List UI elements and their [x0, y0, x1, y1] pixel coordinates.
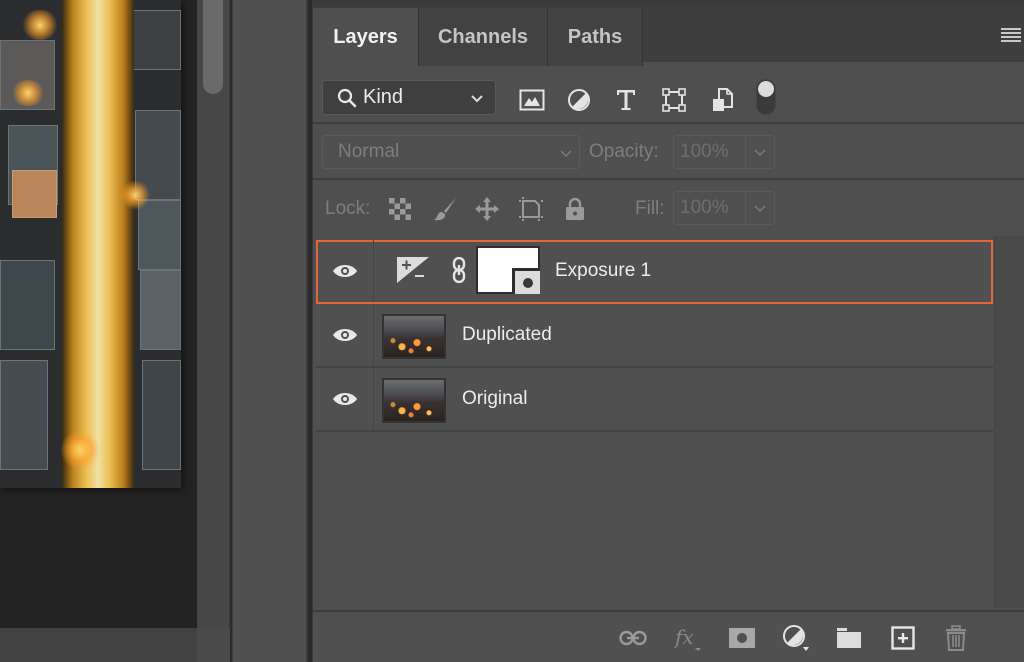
- lock-transparent-pixels-icon[interactable]: [387, 196, 413, 222]
- new-group-icon[interactable]: [834, 624, 864, 652]
- tab-paths[interactable]: Paths: [548, 8, 643, 66]
- blend-mode-row: Normal Opacity: 100%: [313, 124, 1024, 180]
- filter-kind-select[interactable]: Kind: [322, 80, 496, 115]
- opacity-label: Opacity:: [589, 141, 659, 162]
- layer-visibility-toggle[interactable]: [316, 240, 374, 302]
- layers-scrollbar[interactable]: [994, 236, 1024, 608]
- delete-layer-icon[interactable]: [941, 624, 971, 652]
- canvas-bottom-bar: [0, 628, 197, 662]
- layer-mask-thumbnail[interactable]: [476, 246, 540, 294]
- shape-layer-filter-icon[interactable]: [660, 86, 688, 114]
- document-image: [0, 0, 181, 488]
- layer-row-duplicated[interactable]: Duplicated: [316, 304, 993, 368]
- opacity-value[interactable]: 100%: [674, 136, 746, 168]
- chevron-down-icon: [471, 95, 483, 103]
- new-layer-icon[interactable]: [888, 624, 918, 652]
- canvas-vertical-scrollbar[interactable]: [197, 0, 230, 662]
- smart-object-filter-icon[interactable]: [709, 86, 737, 114]
- eye-icon: [332, 265, 357, 277]
- layer-filter-row: Kind: [313, 62, 1024, 124]
- opacity-dropdown-button[interactable]: [746, 145, 774, 159]
- eye-icon: [332, 329, 357, 341]
- layers-bottom-toolbar: fx: [313, 610, 1024, 662]
- add-mask-icon[interactable]: [727, 624, 757, 652]
- search-icon: [337, 88, 357, 107]
- exposure-adjustment-icon: [397, 257, 429, 283]
- opacity-field[interactable]: 100%: [673, 135, 775, 169]
- scrollbar-corner: [197, 628, 230, 662]
- layer-row-exposure-1[interactable]: Exposure 1: [316, 240, 993, 304]
- mask-badge-icon: [512, 268, 540, 294]
- layer-visibility-toggle[interactable]: [316, 368, 374, 430]
- chevron-down-icon: [754, 149, 766, 157]
- eye-icon: [332, 393, 357, 405]
- lock-label: Lock:: [325, 198, 371, 219]
- filter-toggle[interactable]: [756, 79, 776, 115]
- fill-value[interactable]: 100%: [674, 192, 746, 224]
- layer-row-original[interactable]: Original: [316, 368, 993, 432]
- toggle-knob: [758, 81, 774, 97]
- pixel-layer-filter-icon[interactable]: [518, 86, 546, 114]
- filter-kind-label: Kind: [363, 86, 404, 108]
- layer-name[interactable]: Original: [462, 368, 527, 430]
- layer-thumbnail: [382, 314, 446, 359]
- lock-position-icon[interactable]: [474, 196, 500, 222]
- svg-text:fx: fx: [673, 625, 694, 649]
- layer-name[interactable]: Duplicated: [462, 304, 552, 366]
- scrollbar-thumb[interactable]: [203, 0, 223, 94]
- link-layers-icon[interactable]: [618, 624, 648, 652]
- fill-dropdown-button[interactable]: [746, 201, 774, 215]
- tab-layers[interactable]: Layers: [313, 8, 419, 66]
- new-adjustment-layer-icon[interactable]: [781, 624, 811, 652]
- lock-image-pixels-icon[interactable]: [432, 196, 458, 222]
- panel-tab-bar: Layers Channels Paths: [313, 0, 1024, 66]
- collapsed-panel-column: [232, 0, 308, 662]
- blend-mode-select[interactable]: Normal: [322, 135, 580, 169]
- fill-field[interactable]: 100%: [673, 191, 775, 225]
- adjustment-layer-filter-icon[interactable]: [565, 86, 593, 114]
- layer-thumbnail: [382, 378, 446, 423]
- type-layer-filter-icon[interactable]: [612, 86, 640, 114]
- document-canvas[interactable]: [0, 0, 197, 628]
- fx-layer-style-icon[interactable]: fx: [673, 624, 703, 652]
- layers-panel: Layers Channels Paths Kind Normal Opacit…: [312, 0, 1024, 662]
- hamburger-menu-icon[interactable]: [1001, 28, 1021, 42]
- chevron-down-icon: [754, 205, 766, 213]
- tab-channels[interactable]: Channels: [419, 8, 548, 66]
- mask-link-icon[interactable]: [452, 257, 466, 283]
- lock-artboard-icon[interactable]: [518, 196, 544, 222]
- layer-visibility-toggle[interactable]: [316, 304, 374, 366]
- chevron-down-icon: [560, 150, 572, 158]
- fill-label: Fill:: [635, 198, 665, 219]
- lock-row: Lock: Fill: 100%: [313, 180, 1024, 236]
- lock-all-icon[interactable]: [562, 196, 588, 222]
- layer-name[interactable]: Exposure 1: [555, 240, 651, 302]
- blend-mode-value: Normal: [338, 141, 400, 162]
